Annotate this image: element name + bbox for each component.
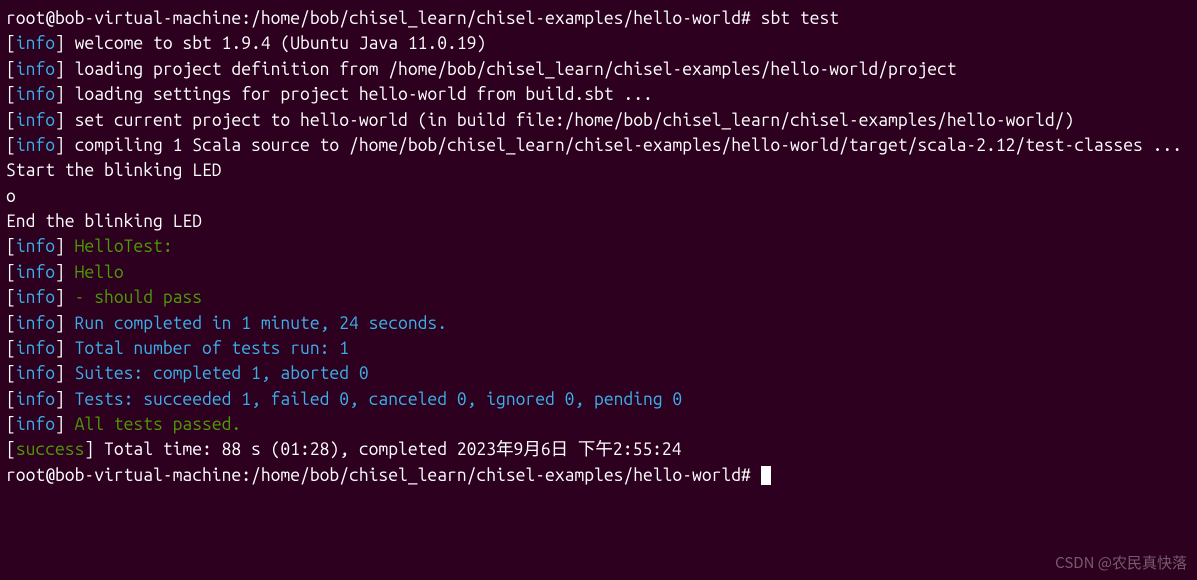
log-line: [info] - should pass <box>6 285 1191 310</box>
output-line: Start the blinking LED <box>6 158 1191 183</box>
cursor-icon <box>761 466 771 485</box>
log-line: [info] Run completed in 1 minute, 24 sec… <box>6 311 1191 336</box>
log-line: [info] Suites: completed 1, aborted 0 <box>6 361 1191 386</box>
prompt-line-2[interactable]: root@bob-virtual-machine:/home/bob/chise… <box>6 463 1191 488</box>
output-line: o <box>6 184 1191 209</box>
prompt-user-host: root@bob-virtual-machine:/home/bob/chise… <box>6 466 751 485</box>
log-line: [info] loading project definition from /… <box>6 57 1191 82</box>
prompt-line-1[interactable]: root@bob-virtual-machine:/home/bob/chise… <box>6 6 1191 31</box>
log-line-success: [success] Total time: 88 s (01:28), comp… <box>6 437 1191 462</box>
log-line-passed: [info] All tests passed. <box>6 412 1191 437</box>
watermark: CSDN @农民真快落 <box>1055 552 1187 574</box>
log-line: [info] Tests: succeeded 1, failed 0, can… <box>6 387 1191 412</box>
log-line: [info] compiling 1 Scala source to /home… <box>6 133 1191 158</box>
output-line: End the blinking LED <box>6 209 1191 234</box>
prompt-user-host: root@bob-virtual-machine:/home/bob/chise… <box>6 9 751 28</box>
log-line: [info] Hello <box>6 260 1191 285</box>
log-line: [info] set current project to hello-worl… <box>6 108 1191 133</box>
log-line: [info] loading settings for project hell… <box>6 82 1191 107</box>
terminal-output: root@bob-virtual-machine:/home/bob/chise… <box>6 6 1191 488</box>
log-line: [info] HelloTest: <box>6 234 1191 259</box>
log-line: [info] welcome to sbt 1.9.4 (Ubuntu Java… <box>6 31 1191 56</box>
command-input[interactable]: sbt test <box>761 9 839 28</box>
log-line: [info] Total number of tests run: 1 <box>6 336 1191 361</box>
